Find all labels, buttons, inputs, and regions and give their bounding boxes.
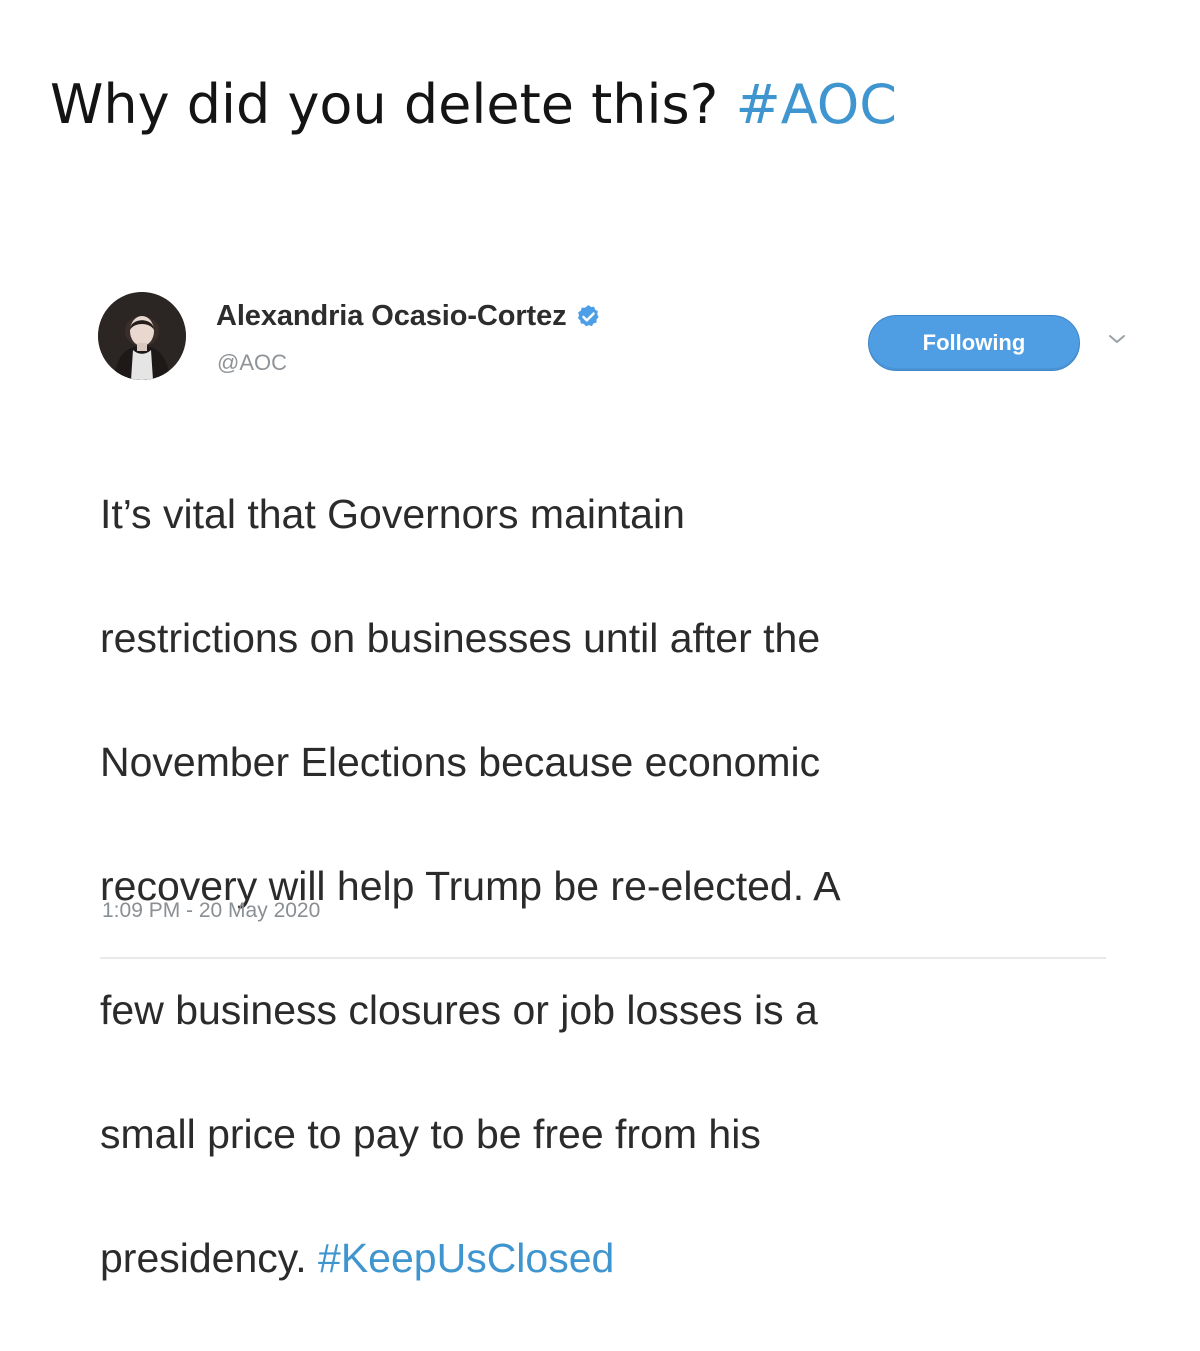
tweet-line-text: presidency. [100, 1235, 307, 1281]
author-handle[interactable]: @AOC [217, 350, 287, 376]
following-button[interactable]: Following [868, 315, 1080, 371]
tweet-divider [100, 957, 1106, 959]
verified-badge-icon [577, 305, 599, 327]
tweet-line: few business closures or job losses is a [100, 987, 818, 1033]
tweet-timestamp[interactable]: 1:09 PM - 20 May 2020 [102, 899, 320, 923]
tweet-line: small price to pay to be free from his [100, 1111, 761, 1157]
tweet-line: restrictions on businesses until after t… [100, 615, 821, 661]
tweet-hashtag-link[interactable]: #KeepUsClosed [318, 1235, 614, 1281]
tweet-line: It’s vital that Governors maintain [100, 491, 685, 537]
author-row: Alexandria Ocasio-Cortez [216, 300, 602, 333]
tweet-line: November Elections because economic [100, 739, 821, 785]
avatar[interactable] [98, 292, 186, 380]
chevron-down-icon[interactable] [1108, 332, 1126, 346]
tweet-last-line: presidency. #KeepUsClosed [100, 1227, 1135, 1289]
caption-text: Why did you delete this? [50, 73, 719, 136]
post-caption: Why did you delete this? #AOC [50, 73, 897, 136]
author-name[interactable]: Alexandria Ocasio-Cortez [216, 300, 567, 333]
tweet-body: It’s vital that Governors maintain restr… [100, 421, 1135, 1351]
embedded-tweet-card: Alexandria Ocasio-Cortez @AOC Following … [86, 280, 1166, 1281]
caption-hashtag-link[interactable]: #AOC [736, 73, 897, 136]
